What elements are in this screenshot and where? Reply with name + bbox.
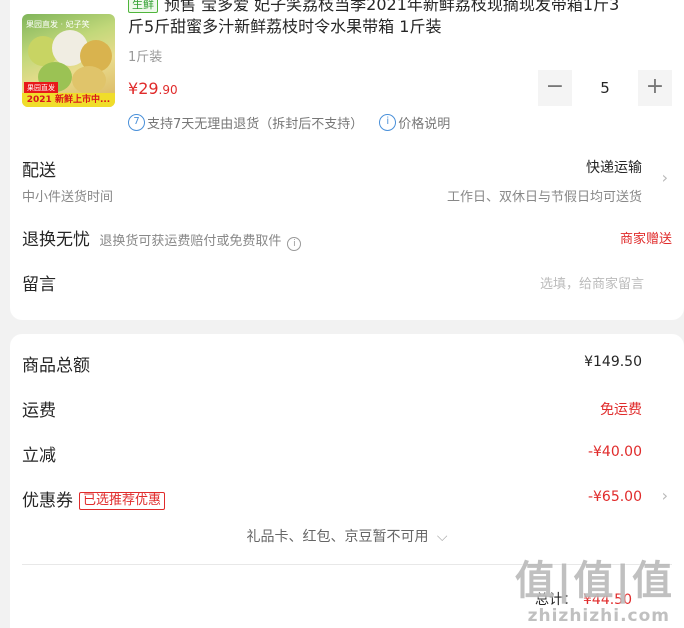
chevron-right-icon: › xyxy=(661,168,668,187)
image-banner: 2021 新鲜上市中... xyxy=(22,93,115,107)
delivery-label: 配送 xyxy=(22,161,56,181)
product-title[interactable]: 生鲜 预售 莹多爱 妃子笑荔枝当季2021年新鲜荔枝现摘现发带箱1斤3 xyxy=(128,0,678,16)
product-spec[interactable]: 1斤装 xyxy=(128,46,162,65)
worry-free-status: 商家赠送 xyxy=(619,232,672,247)
seven-day-return-icon: 7 xyxy=(128,114,145,131)
shipping-label: 运费 xyxy=(22,401,56,421)
chevron-right-icon: › xyxy=(661,486,668,505)
unavailable-note-text: 礼品卡、红包、京豆暂不可用 xyxy=(246,529,429,545)
goods-total-label: 商品总额 xyxy=(22,356,90,376)
product-title-line2[interactable]: 斤5斤甜蜜多汁新鲜荔枝时令水果带箱 1斤装 xyxy=(128,16,678,38)
coupon-label: 优惠券 已选推荐优惠 xyxy=(22,486,166,511)
goods-total-value: ¥149.50 xyxy=(584,354,642,370)
quantity-input[interactable]: 5 xyxy=(572,70,638,106)
delivery-detail: 工作日、双休日与节假日均可送货 xyxy=(446,190,642,205)
worry-free-desc: 退换货可获运费赔付或免费取件 xyxy=(99,234,282,249)
service-row: 7 支持7天无理由退货（拆封后不支持） i 价格说明 xyxy=(128,113,450,132)
delivery-method: 快递运输 xyxy=(586,160,642,176)
product-price: ¥29.90 xyxy=(128,79,178,98)
message-label: 留言 xyxy=(22,275,56,295)
chevron-down-icon: ⌵ xyxy=(436,529,448,545)
message-input[interactable]: 选填，给商家留言 xyxy=(540,273,644,292)
price-symbol: ¥ xyxy=(128,79,139,98)
product-section: 果园直发 · 妃子笑 果园直发 2021 新鲜上市中... 生鲜 预售 莹多爱 妃… xyxy=(10,0,684,320)
info-icon: i xyxy=(379,114,397,131)
quantity-stepper: − 5 + xyxy=(538,70,672,106)
discount-value: -¥40.00 xyxy=(587,444,642,460)
worry-free-title: 退换无忧 xyxy=(22,230,90,250)
info-icon[interactable]: i xyxy=(287,237,302,251)
watermark-logo: 值|值|值 xyxy=(514,558,674,604)
worry-free-label: 退换无忧 退换货可获运费赔付或免费取件 i xyxy=(22,225,302,251)
decrease-quantity-button[interactable]: − xyxy=(538,70,572,106)
increase-quantity-button[interactable]: + xyxy=(638,70,672,106)
price-info-link[interactable]: 价格说明 xyxy=(398,113,450,132)
price-integer: 29 xyxy=(138,79,159,98)
coupon-value: -¥65.00 xyxy=(587,489,642,505)
coupon-badge: 已选推荐优惠 xyxy=(79,492,166,510)
unavailable-note[interactable]: 礼品卡、红包、京豆暂不可用 ⌵ xyxy=(10,526,684,546)
watermark-url: zhizhizhi.com xyxy=(527,606,670,626)
price-decimal: .90 xyxy=(158,83,178,97)
image-top-label: 果园直发 · 妃子笑 xyxy=(26,20,90,29)
shipping-value: 免运费 xyxy=(600,402,642,418)
delivery-subtitle: 中小件送货时间 xyxy=(22,190,114,205)
discount-label: 立减 xyxy=(22,446,56,466)
return-policy-text[interactable]: 支持7天无理由退货（拆封后不支持） xyxy=(147,113,363,132)
order-items-card: 果园直发 · 妃子笑 果园直发 2021 新鲜上市中... 生鲜 预售 莹多爱 妃… xyxy=(10,0,684,320)
coupon-title: 优惠券 xyxy=(22,491,73,511)
product-image[interactable]: 果园直发 · 妃子笑 果园直发 2021 新鲜上市中... xyxy=(22,14,115,107)
product-title-line1: 预售 莹多爱 妃子笑荔枝当季2021年新鲜荔枝现摘现发带箱1斤3 xyxy=(164,0,620,14)
fresh-tag: 生鲜 xyxy=(128,0,158,13)
lychee-shape xyxy=(72,66,106,94)
